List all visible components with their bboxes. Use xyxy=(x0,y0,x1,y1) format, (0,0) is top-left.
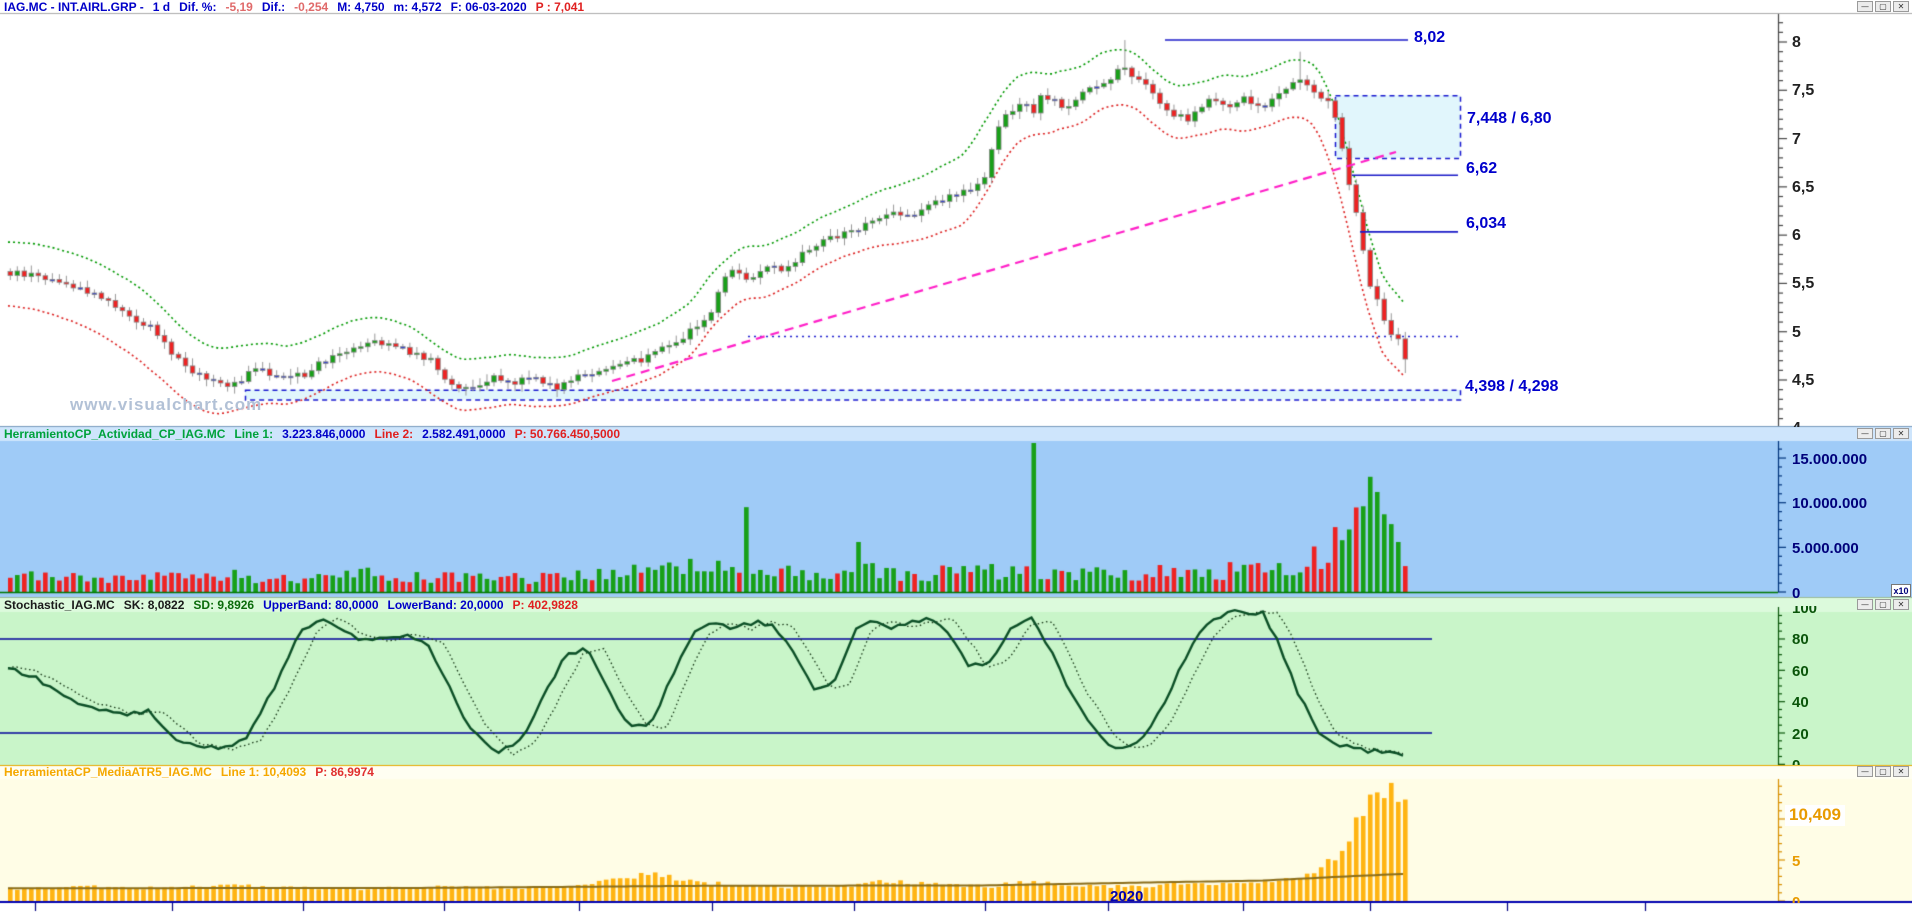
title-segment: IAG.MC - INT.AIRL.GRP - xyxy=(4,0,144,14)
axis-label: 5 xyxy=(1792,323,1801,341)
volume-panel-header: HerramientoCP_Actividad_CP_IAG.MC Line 1:… xyxy=(4,428,620,441)
maximize-button[interactable]: ▢ xyxy=(1875,1,1891,12)
title-segment: P : 7,041 xyxy=(535,0,585,14)
atr-header-segment: Line 1: 10,4093 xyxy=(220,765,307,779)
axis-label: 10.000.000 xyxy=(1792,495,1868,513)
axis-label: 4,5 xyxy=(1792,371,1815,389)
close-button[interactable]: ✕ xyxy=(1893,766,1909,777)
atr-header-segment: P: 86,9974 xyxy=(315,765,374,779)
atr-header-segment: HerramientaCP_MediaATR5_IAG.MC xyxy=(4,765,212,779)
price-chart-area[interactable] xyxy=(0,14,1778,427)
annotation-level-662[interactable]: 6,62 xyxy=(1466,161,1497,177)
stochastic-axis[interactable]: 100 80 60 40 20 0 xyxy=(1778,606,1912,765)
axis-label: 5 xyxy=(1792,852,1801,870)
title-segment: -5,19 xyxy=(225,0,253,14)
title-segment: F: 06-03-2020 xyxy=(450,0,527,14)
title-segment: Dif.: xyxy=(261,0,286,14)
volume-chart-area[interactable] xyxy=(0,441,1778,598)
stochastic-header-segment: P: 402,9828 xyxy=(512,598,578,612)
axis-label: 0 xyxy=(1792,893,1801,904)
axis-label: 7,5 xyxy=(1792,82,1815,100)
stochastic-chart-area[interactable] xyxy=(0,612,1778,765)
title-bar: IAG.MC - INT.AIRL.GRP - 1 d Dif. %: -5,19 Di… xyxy=(4,1,584,14)
stochastic-header-segment: SK: 8,0822 xyxy=(123,598,185,612)
axis-label: 5,5 xyxy=(1792,275,1815,293)
axis-label: 6,5 xyxy=(1792,178,1815,196)
stochastic-header-segment: LowerBand: 20,0000 xyxy=(387,598,504,612)
axis-label: 100 xyxy=(1792,606,1818,618)
axis-label: 8 xyxy=(1792,34,1801,51)
annotation-zone-low[interactable]: 4,398 / 4,298 xyxy=(1465,379,1558,395)
volume-header-segment: 3.223.846,0000 xyxy=(282,427,366,441)
atr-axis[interactable]: 50 xyxy=(1778,779,1912,904)
app-window: { "title_bar": {"segments": [ {"text": "… xyxy=(0,0,1912,922)
volume-header-segment: Line 2: xyxy=(374,427,414,441)
title-segment: m: 4,572 xyxy=(393,0,442,14)
axis-label: 0 xyxy=(1792,758,1800,765)
maximize-button[interactable]: ▢ xyxy=(1875,766,1891,777)
title-segment: M: 4,750 xyxy=(337,0,385,14)
volume-header-segment: P: 50.766.450,5000 xyxy=(514,427,620,441)
axis-label: 5.000.000 xyxy=(1792,539,1859,557)
atr-last-value-badge: 10,409 xyxy=(1785,805,1845,826)
title-segment: 1 d xyxy=(152,0,171,14)
close-button[interactable]: ✕ xyxy=(1893,1,1909,12)
volume-panel-window-controls: — ▢ ✕ xyxy=(1857,428,1909,439)
axis-label: 4 xyxy=(1792,421,1801,427)
close-button[interactable]: ✕ xyxy=(1893,428,1909,439)
title-segment: Dif. %: xyxy=(179,0,217,14)
title-segment: -0,254 xyxy=(294,0,329,14)
date-axis[interactable]: 01-May-1901-Jun-1901-Jul-1901-Ago-1901-S… xyxy=(0,903,1912,922)
atr-panel-window-controls: — ▢ ✕ xyxy=(1857,766,1909,777)
volume-multiplier-badge: x10 xyxy=(1891,584,1911,597)
stochastic-panel-header: Stochastic_IAG.MC SK: 8,0822 SD: 9,8926 Upp… xyxy=(4,599,578,612)
maximize-button[interactable]: ▢ xyxy=(1875,428,1891,439)
minimize-button[interactable]: — xyxy=(1857,766,1873,777)
volume-header-segment: Line 1: xyxy=(234,427,274,441)
volume-axis[interactable]: 15.000.000 10.000.000 5.000.000 0 xyxy=(1778,441,1912,598)
atr-chart-area[interactable] xyxy=(0,779,1778,903)
volume-header-segment: 2.582.491,0000 xyxy=(422,427,506,441)
volume-header-segment: HerramientoCP_Actividad_CP_IAG.MC xyxy=(4,427,226,441)
axis-label: 80 xyxy=(1792,631,1809,649)
atr-panel-header: HerramientaCP_MediaATR5_IAG.MC Line 1: 10… xyxy=(4,766,374,779)
price-panel-window-controls: — ▢ ✕ xyxy=(1857,1,1909,12)
axis-label: 60 xyxy=(1792,662,1809,680)
annotation-level-802[interactable]: 8,02 xyxy=(1414,30,1445,46)
price-axis[interactable]: 8 7,5 7 6,5 6 5,5 5 4,5 4 xyxy=(1778,14,1912,428)
stochastic-header-segment: UpperBand: 80,0000 xyxy=(263,598,379,612)
minimize-button[interactable]: — xyxy=(1857,428,1873,439)
axis-label: 6 xyxy=(1792,227,1801,245)
axis-label: 40 xyxy=(1792,694,1809,712)
axis-label: 15.000.000 xyxy=(1792,450,1868,468)
stochastic-header-segment: SD: 9,8926 xyxy=(193,598,255,612)
annotation-zone-high[interactable]: 7,448 / 6,80 xyxy=(1467,111,1552,127)
minimize-button[interactable]: — xyxy=(1857,1,1873,12)
axis-label: 20 xyxy=(1792,725,1809,743)
year-label: 2020 xyxy=(1110,888,1144,905)
stochastic-header-segment: Stochastic_IAG.MC xyxy=(4,598,115,612)
axis-label: 7 xyxy=(1792,130,1801,148)
watermark: www.visualchart.com xyxy=(70,395,263,414)
annotation-level-6034[interactable]: 6,034 xyxy=(1466,216,1506,232)
axis-label: 0 xyxy=(1792,584,1801,599)
